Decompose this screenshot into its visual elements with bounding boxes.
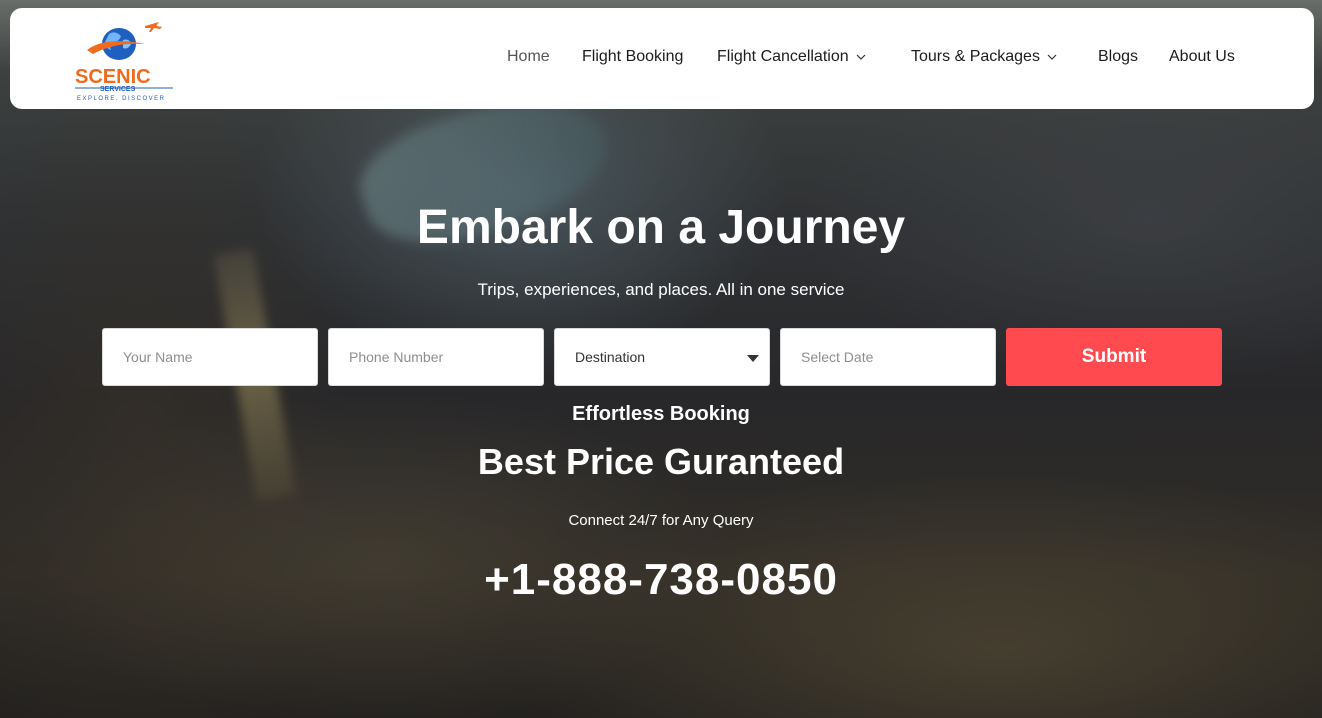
main-nav: Home Flight Booking Flight Cancellation … — [10, 8, 1314, 109]
hero-subtitle: Trips, experiences, and places. All in o… — [477, 280, 845, 299]
nav-home[interactable]: Home — [507, 48, 550, 66]
nav-flight-cancellation-label: Flight Cancellation — [717, 48, 849, 65]
date-input[interactable] — [780, 328, 996, 386]
destination-select[interactable]: Destination — [554, 328, 770, 386]
effortless-booking-text: Effortless Booking — [572, 403, 750, 425]
site-header: SCENIC SERVICES EXPLORE. DISCOVER Home F… — [10, 8, 1314, 109]
nav-about-us[interactable]: About Us — [1169, 48, 1235, 66]
caret-down-icon — [747, 355, 759, 362]
phone-input[interactable] — [328, 328, 544, 386]
nav-flight-booking[interactable]: Flight Booking — [582, 48, 683, 66]
nav-tours-packages[interactable]: Tours & Packages — [911, 48, 1058, 66]
phone-number-link[interactable]: +1-888-738-0850 — [0, 555, 1322, 605]
nav-about-us-label: About Us — [1169, 48, 1235, 65]
nav-blogs-label: Blogs — [1098, 48, 1139, 65]
hero-title: Embark on a Journey — [416, 201, 906, 254]
nav-home-label: Home — [507, 48, 550, 65]
nav-tours-packages-label: Tours & Packages — [911, 48, 1040, 65]
destination-select-value: Destination — [575, 349, 646, 365]
best-price-heading: Best Price Guranteed — [477, 441, 845, 482]
nav-flight-booking-label: Flight Booking — [582, 48, 684, 65]
chevron-down-icon — [856, 54, 866, 60]
name-input[interactable] — [102, 328, 318, 386]
chevron-down-icon — [1047, 54, 1057, 60]
nav-blogs[interactable]: Blogs — [1098, 48, 1138, 66]
connect-text: Connect 24/7 for Any Query — [568, 512, 754, 529]
nav-flight-cancellation[interactable]: Flight Cancellation — [717, 48, 867, 66]
submit-button[interactable]: Submit — [1006, 328, 1222, 386]
